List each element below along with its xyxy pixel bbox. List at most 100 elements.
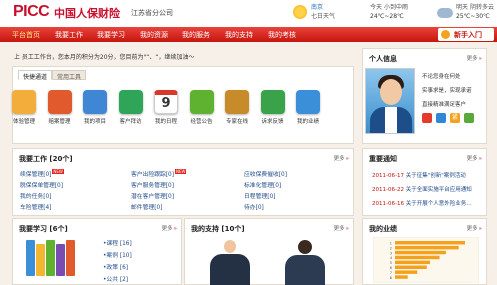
- chart-bar: [395, 245, 459, 250]
- weather-today-temp: 24℃~28℃: [370, 13, 404, 20]
- nav-home[interactable]: 平台首页: [12, 30, 40, 40]
- urgent-badge[interactable]: 紧: [450, 113, 460, 123]
- page: PICC 中国人保财险 江苏省分公司 南京 七日天气 今天 小到中雨 24℃~2…: [0, 0, 497, 285]
- message-icon[interactable]: [436, 113, 446, 123]
- runner-icon: [118, 90, 143, 114]
- chart-bar: [395, 260, 430, 265]
- nav-support[interactable]: 我的支持: [225, 30, 253, 40]
- work-panel: 我要工作 [20个] 更多: [12, 148, 354, 216]
- work-list-item[interactable]: 脱保保单管理[0]: [20, 180, 63, 189]
- nav-study[interactable]: 我要学习: [97, 30, 125, 40]
- work-list-item[interactable]: 日程管理[0]: [244, 191, 275, 200]
- notice-text: 关于开展个人意外险业务…: [405, 201, 472, 207]
- task-icon[interactable]: [464, 113, 474, 123]
- tab-quick-channel[interactable]: 快捷通道: [18, 70, 53, 81]
- work-list-item[interactable]: 潜在客户管理[0]: [131, 191, 174, 200]
- notice-text: 关于征集"创新"案例活动: [405, 173, 466, 179]
- app-shortcut[interactable]: 经营公告: [188, 90, 216, 125]
- work-list-item[interactable]: 待办[0]: [244, 202, 264, 211]
- weather-city: 南京 七日天气: [311, 3, 335, 21]
- study-list-item[interactable]: •案例 [10]: [103, 250, 132, 259]
- study-list-item[interactable]: •课程 [16]: [103, 238, 132, 247]
- chart-icon: [296, 90, 320, 114]
- weather-tomorrow-label: 明天: [456, 4, 469, 11]
- logo-picc[interactable]: PICC: [13, 3, 50, 21]
- app-shortcut[interactable]: 客户拜访: [117, 90, 145, 125]
- weather-week-link[interactable]: 七日天气: [311, 12, 335, 21]
- performance-chart: 12345678: [373, 237, 479, 283]
- expert-icon: [225, 90, 249, 114]
- mail-icon[interactable]: [422, 113, 432, 123]
- weather-today-condition: 小到中雨: [383, 4, 408, 11]
- performance-more-link[interactable]: 更多: [467, 224, 482, 232]
- tablet-icon: [83, 90, 107, 114]
- chart-bar: [395, 250, 446, 255]
- chart-category-label: 8: [390, 276, 392, 280]
- app-shortcut-label: 赔案管理: [48, 119, 71, 125]
- notice-date: 2011-06-16: [372, 201, 406, 207]
- chart-category-label: 6: [390, 266, 392, 270]
- weather-city-name: 南京: [311, 4, 324, 11]
- work-list-item[interactable]: 客户服务管理[0]: [131, 180, 174, 189]
- cloud-icon: [437, 8, 453, 18]
- avatar[interactable]: [365, 68, 415, 134]
- header: PICC 中国人保财险 江苏省分公司 南京 七日天气 今天 小到中雨 24℃~2…: [0, 0, 497, 27]
- profile-line-3: 直接精准满足客户: [422, 102, 467, 108]
- notice-more-link[interactable]: 更多: [467, 154, 482, 162]
- work-list-item[interactable]: 标准化管理[0]: [244, 180, 281, 189]
- briefcase-icon: [12, 90, 36, 114]
- work-list-item[interactable]: 邮件管理[0]: [131, 202, 162, 211]
- weather-tomorrow: 明天 阴转多云 25℃~30℃: [456, 3, 494, 21]
- support-panel-title: 我的支持 [10个]: [191, 225, 245, 233]
- welcome-message: 上 员工工作台，您本月的积分为20分，您目前为"“、“，继续加油～: [14, 54, 195, 61]
- nav-services[interactable]: 我的服务: [182, 30, 210, 40]
- chart-bar: [395, 265, 427, 269]
- nav-work[interactable]: 我要工作: [55, 30, 83, 40]
- calendar-icon: 9: [154, 90, 178, 114]
- app-shortcut[interactable]: 我的业绩: [294, 90, 322, 125]
- nav-assessment[interactable]: 我的考核: [268, 30, 296, 40]
- work-list-item[interactable]: 我的任务[0]: [20, 191, 51, 200]
- beginner-guide-button[interactable]: 新手入门: [438, 28, 494, 41]
- nav-resources[interactable]: 我的资源: [140, 30, 168, 40]
- profile-more-link[interactable]: 更多: [467, 54, 482, 62]
- chart-bar: [395, 255, 440, 260]
- study-list-item[interactable]: •公共 [2]: [103, 274, 128, 283]
- sun-cloud-icon: [293, 5, 307, 19]
- weather-today-label: 今天: [370, 4, 383, 11]
- notice-panel-title: 重要通知: [369, 155, 397, 163]
- app-shortcut[interactable]: 专家在线: [223, 90, 251, 125]
- study-more-link[interactable]: 更多: [162, 224, 177, 232]
- book-icon: [46, 240, 55, 276]
- folder-icon: [47, 90, 72, 114]
- app-shortcut[interactable]: 我的项目: [81, 90, 109, 125]
- branch-name: 江苏省分公司: [131, 9, 173, 17]
- chart-category-label: 3: [390, 251, 392, 255]
- support-person-female: [285, 240, 325, 285]
- work-list-item[interactable]: 车险管理[4]: [20, 202, 51, 211]
- chart-bar: [395, 275, 408, 279]
- work-list-item[interactable]: 客户出险跟踪[0]NEW: [131, 169, 187, 178]
- chart-category-label: 1: [390, 242, 392, 246]
- app-shortcut[interactable]: 诉求反馈: [259, 90, 287, 125]
- app-shortcut-label: 我的业绩: [296, 119, 319, 125]
- tab-common-tools[interactable]: 常用工具: [52, 70, 87, 81]
- notice-item[interactable]: 2011-06-17 关于征集"创新"案例活动: [372, 171, 466, 179]
- chart-bar: [395, 241, 465, 245]
- study-list-item[interactable]: •政策 [6]: [103, 262, 128, 271]
- work-list-item[interactable]: 应收保费催收[0]: [244, 169, 287, 178]
- app-shortcut-label: 我的日程: [154, 119, 177, 125]
- app-shortcut-label: 客户拜访: [119, 119, 142, 125]
- notice-item[interactable]: 2011-06-16 关于开展个人意外险业务…: [372, 199, 472, 207]
- work-more-link[interactable]: 更多: [334, 154, 349, 162]
- work-list-item[interactable]: 续保管理[0]NEW: [20, 169, 64, 178]
- app-shortcut[interactable]: 赔案管理: [46, 90, 74, 125]
- support-more-link[interactable]: 更多: [334, 224, 349, 232]
- app-shortcut[interactable]: 9 我的日程: [152, 90, 180, 125]
- notice-item[interactable]: 2011-06-22 关于全面实施平台应用通知: [372, 185, 472, 193]
- app-shortcut[interactable]: 体验管理: [10, 90, 38, 125]
- chart-bar: [395, 270, 418, 274]
- performance-panel-title: 我的业绩: [369, 225, 397, 233]
- work-panel-title: 我要工作 [20个]: [19, 155, 73, 163]
- study-panel-title: 我要学习 [6个]: [19, 225, 68, 233]
